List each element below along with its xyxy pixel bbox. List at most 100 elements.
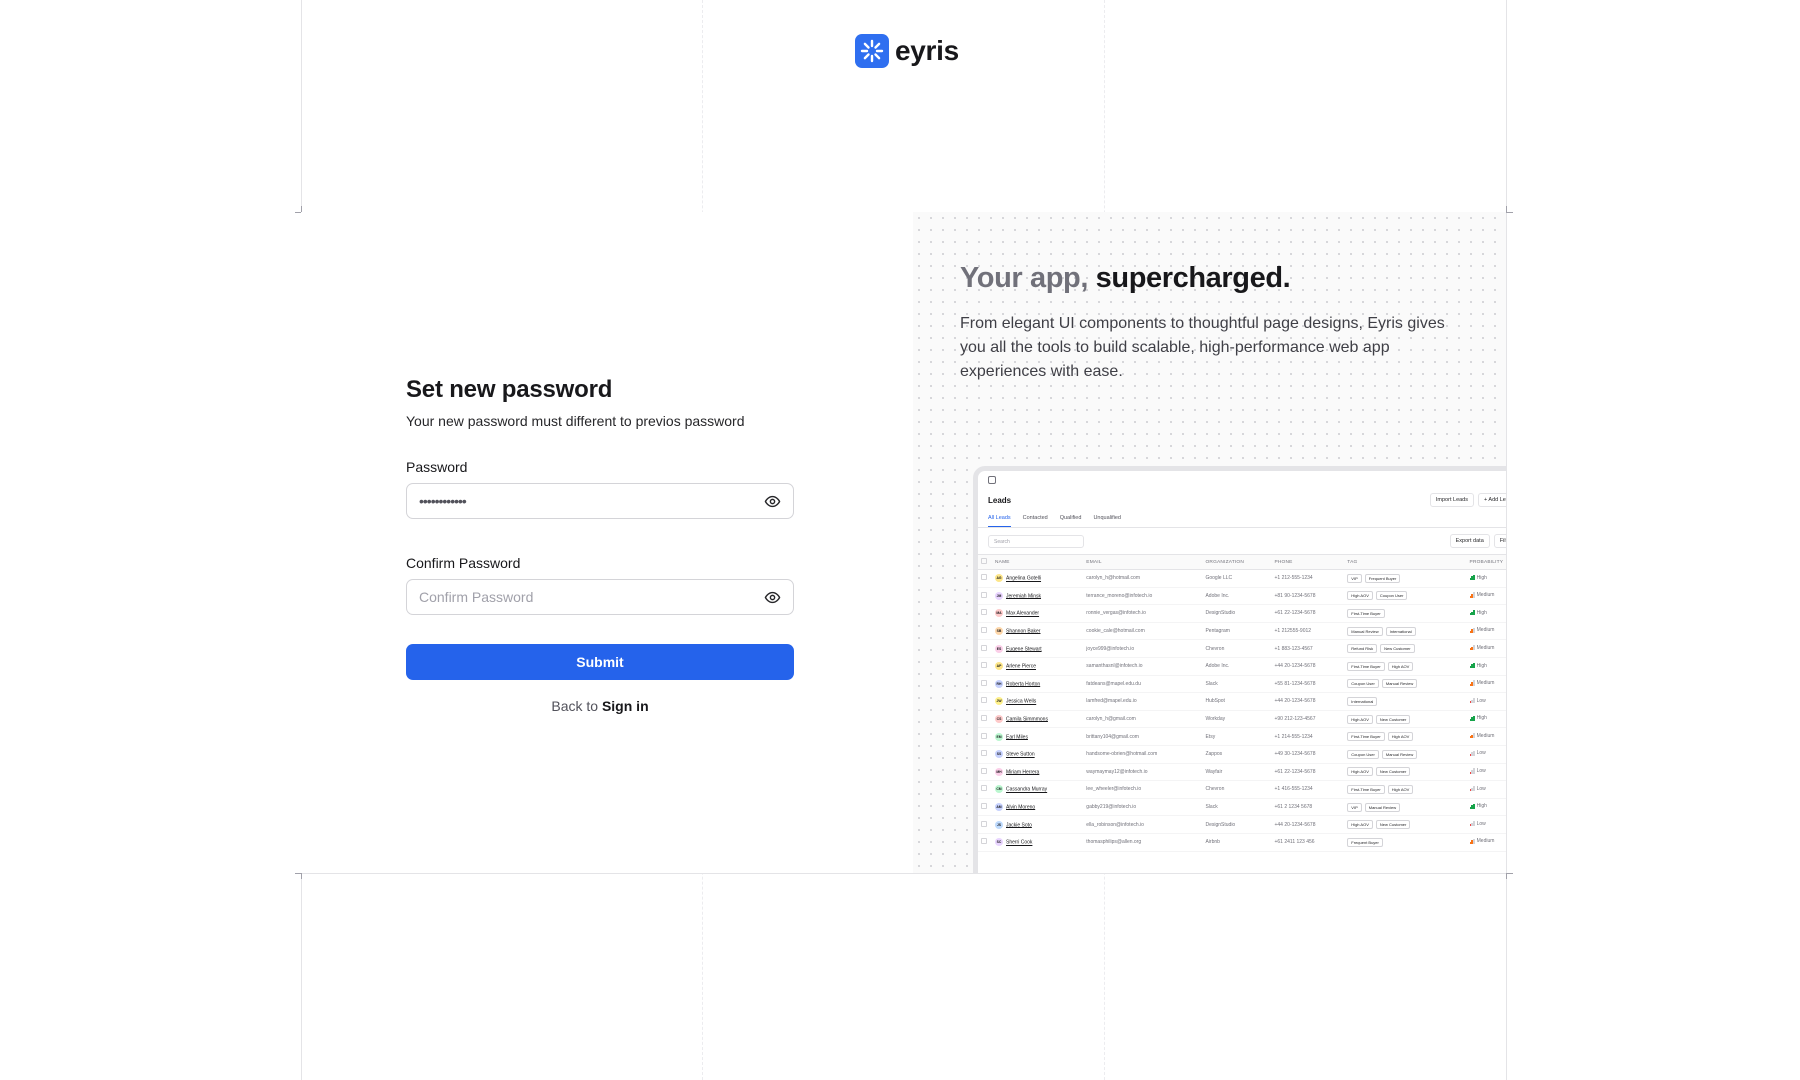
probability-label: Medium <box>1476 627 1495 634</box>
lead-probability: Medium <box>1466 622 1506 641</box>
tag-badge: Manual Review <box>1364 802 1401 812</box>
lead-organization: HubSpot <box>1202 692 1272 711</box>
lead-organization: Etsy <box>1202 727 1272 746</box>
lead-organization: Pentagram <box>1202 622 1272 641</box>
probability-indicator: Medium <box>1469 733 1494 739</box>
checkbox <box>981 662 987 669</box>
checkbox <box>981 767 987 774</box>
corner-tick <box>1506 212 1513 213</box>
lead-tags: Manual Review International <box>1344 622 1467 641</box>
checkbox <box>981 697 987 704</box>
tag-badge: Refund Risk <box>1347 644 1378 654</box>
tag-badge: High AOV <box>1387 732 1414 742</box>
column-header: ORGANIZATION <box>1202 554 1272 570</box>
lead-name-cell: RH Roberta Horton <box>992 675 1084 694</box>
lead-organization: Google LLC <box>1202 569 1272 588</box>
checkbox <box>981 627 987 634</box>
lead-name: Shannon Baker <box>1006 628 1041 635</box>
lead-phone: +61 2411 123 456 <box>1271 833 1345 852</box>
lead-name: Max Alexander <box>1006 610 1040 617</box>
probability-label: High <box>1476 609 1487 616</box>
brand-logo[interactable]: eyris <box>855 34 959 68</box>
tag-badge: International <box>1385 626 1416 636</box>
lead-probability: High <box>1466 657 1506 676</box>
lead-email: lee_wheeler@infotech.io <box>1083 780 1203 799</box>
guide-line-right <box>1506 0 1507 1080</box>
row-select-cell <box>978 763 992 782</box>
lead-probability: Low <box>1466 763 1506 782</box>
lead-name: Sherri Cook <box>1006 839 1033 846</box>
confirm-password-input[interactable] <box>419 589 763 605</box>
password-field[interactable]: •••••••••••• <box>406 483 794 519</box>
avatar: RH <box>995 679 1003 688</box>
row-select-cell <box>978 692 992 711</box>
lead-phone: +81 90-1234-5678 <box>1271 587 1345 606</box>
tag-badge: High AOV <box>1347 820 1373 830</box>
lead-phone: +44 20-1234-5678 <box>1271 692 1345 711</box>
checkbox <box>981 609 987 616</box>
lead-tags: First-Time Buyer High AOV <box>1344 780 1467 799</box>
lead-tags: Frequent Buyer <box>1344 833 1467 852</box>
table-row: MH Miriam Herrera waymaymay12@infotech.io W… <box>978 763 1506 782</box>
preview-title: Leads <box>988 495 1012 505</box>
confirm-password-label: Confirm Password <box>406 555 521 571</box>
checkbox <box>981 838 987 845</box>
eye-icon[interactable] <box>763 588 781 606</box>
lead-phone: +1 416-555-1234 <box>1271 780 1345 799</box>
lead-name: Miriam Herrera <box>1006 769 1040 776</box>
lead-organization: Chevron <box>1202 639 1272 658</box>
password-input[interactable]: •••••••••••• <box>419 493 763 509</box>
lead-email: joyce999@infotech.io <box>1083 639 1203 658</box>
lead-name-cell: CM Cassandra Murray <box>992 780 1084 799</box>
probability-indicator: Medium <box>1469 592 1494 598</box>
row-select-cell <box>978 710 992 729</box>
corner-tick <box>1506 873 1513 874</box>
submit-button[interactable]: Submit <box>406 644 794 680</box>
tag-badge: Coupon User <box>1347 749 1379 759</box>
signal-bars-icon <box>1469 838 1475 844</box>
table-row: CM Cassandra Murray lee_wheeler@infotech.i… <box>978 780 1506 799</box>
avatar: ES <box>995 644 1003 653</box>
signal-bars-icon <box>1469 768 1475 774</box>
probability-indicator: High <box>1469 609 1487 616</box>
probability-indicator: Low <box>1469 698 1486 704</box>
probability-indicator: High <box>1469 663 1487 669</box>
signal-bars-icon <box>1469 733 1475 739</box>
preview-header: Leads Import Leads + Add Lead <box>978 489 1506 507</box>
tag-badge: Coupon User <box>1375 591 1408 601</box>
row-select-cell <box>978 745 992 764</box>
form-panel: Set new password Your new password must … <box>301 212 913 873</box>
lead-organization: Slack <box>1202 675 1272 694</box>
back-text: Back to <box>551 698 599 714</box>
tag-badge: Frequent Buyer <box>1347 837 1383 847</box>
lead-tags: First-Time Buyer High AOV <box>1344 727 1467 746</box>
lead-email: carolyn_h@gmail.com <box>1083 710 1203 729</box>
table-row: JW Jessica Wells lamfred@mapel.edu.io HubSp… <box>978 692 1506 711</box>
confirm-password-field[interactable] <box>406 579 794 615</box>
lead-email: gabby219@infotech.io <box>1083 798 1203 817</box>
signin-link[interactable]: Sign in <box>602 698 649 714</box>
lead-email: waymaymay12@infotech.io <box>1083 763 1203 782</box>
hero-title-muted: Your app, <box>960 262 1088 294</box>
eye-icon[interactable] <box>763 492 781 510</box>
preview-actions: Import Leads + Add Lead <box>1429 493 1506 507</box>
lead-name: Eugene Stewart <box>1006 646 1042 652</box>
lead-organization: DesignStudio <box>1202 604 1272 623</box>
lead-tags: Refund Risk New Customer <box>1344 639 1467 658</box>
tag-badge: First-Time Buyer <box>1347 608 1385 618</box>
lead-name-cell: ES Eugene Stewart <box>992 639 1084 658</box>
lead-name: Arlene Pierce <box>1006 663 1037 670</box>
preview-tab: Qualified <box>1059 515 1082 521</box>
lead-organization: Slack <box>1202 798 1272 817</box>
lead-name: Cassandra Murray <box>1006 786 1048 793</box>
tag-badge: Manual Review <box>1347 626 1383 636</box>
lead-probability: Medium <box>1466 639 1506 658</box>
tag-badge: Coupon User <box>1347 679 1379 689</box>
avatar: MH <box>995 767 1003 776</box>
lead-phone: +1 214-555-1234 <box>1271 727 1345 746</box>
lead-email: samanthasnl@infotech.io <box>1083 657 1203 676</box>
tag-badge: International <box>1347 696 1378 706</box>
probability-indicator: Medium <box>1469 680 1494 686</box>
lead-organization: Wayfair <box>1202 763 1272 782</box>
row-select-cell <box>978 675 992 694</box>
